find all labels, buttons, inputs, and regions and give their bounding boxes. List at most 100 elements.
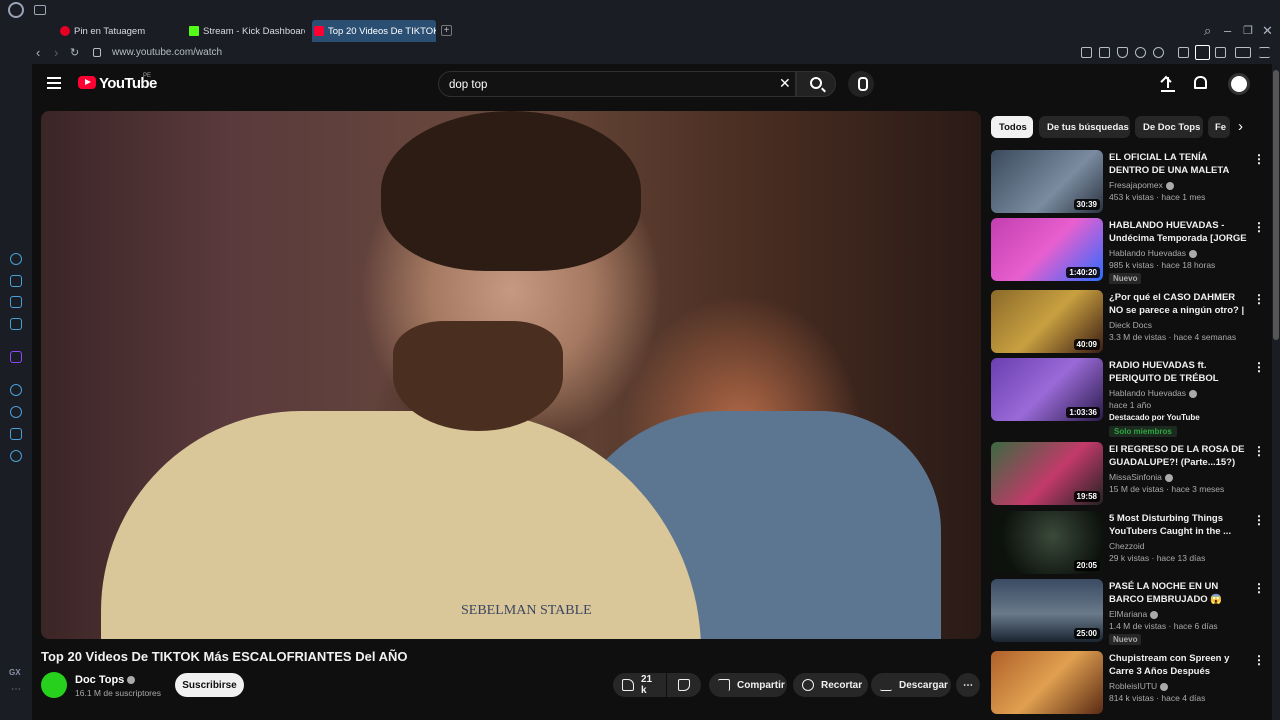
profile-icon[interactable] bbox=[1195, 45, 1210, 60]
more-actions-button[interactable]: ⋯ bbox=[956, 673, 980, 697]
video-duration: 20:05 bbox=[1073, 560, 1100, 571]
video-thumbnail[interactable] bbox=[991, 651, 1103, 714]
page-scrollbar[interactable] bbox=[1272, 64, 1280, 720]
scrollbar-thumb[interactable] bbox=[1273, 70, 1279, 340]
new-tab-button[interactable]: + bbox=[441, 25, 452, 36]
rec-video[interactable]: 19:58 El REGRESO DE LA ROSA DE GUADALUPE… bbox=[991, 442, 1265, 508]
rec-menu-icon[interactable]: ⋮ bbox=[1253, 220, 1265, 234]
chip-de-tus-busquedas[interactable]: De tus búsquedas bbox=[1039, 116, 1130, 138]
close-window-icon[interactable]: ✕ bbox=[1262, 23, 1273, 39]
rec-title[interactable]: El REGRESO DE LA ROSA DE GUADALUPE?! (Pa… bbox=[1109, 443, 1247, 469]
account-avatar[interactable] bbox=[1228, 73, 1250, 95]
rec-title[interactable]: EL OFICIAL LA TENÍA DENTRO DE UNA MALETA… bbox=[1109, 151, 1247, 177]
rec-menu-icon[interactable]: ⋮ bbox=[1253, 513, 1265, 527]
rec-video[interactable]: Chupistream con Spreen y Carre 3 Años De… bbox=[991, 651, 1265, 717]
restore-icon[interactable]: ❐ bbox=[1243, 24, 1253, 37]
chip-fe[interactable]: Fe bbox=[1208, 116, 1230, 138]
tab-kick[interactable]: Stream - Kick Dashboard bbox=[187, 20, 305, 42]
url-field[interactable]: www.youtube.com/watch bbox=[112, 47, 222, 58]
gx-cleaner-icon[interactable] bbox=[10, 275, 22, 287]
verified-icon bbox=[1160, 682, 1169, 691]
dislike-button[interactable] bbox=[667, 673, 701, 697]
download-icon[interactable] bbox=[1215, 47, 1226, 58]
rec-menu-icon[interactable]: ⋮ bbox=[1253, 152, 1265, 166]
channel-name[interactable]: Doc Tops bbox=[75, 674, 136, 686]
rec-video[interactable]: 1:40:20 HABLANDO HUEVADAS - Undécima Tem… bbox=[991, 218, 1265, 284]
chip-todos[interactable]: Todos bbox=[991, 116, 1033, 138]
history-icon[interactable] bbox=[10, 406, 22, 418]
settings-icon[interactable] bbox=[10, 450, 22, 462]
tab-youtube[interactable]: Top 20 Videos De TIKTOK bbox=[312, 20, 436, 42]
rec-title[interactable]: ¿Por qué el CASO DAHMER NO se parece a n… bbox=[1109, 291, 1247, 317]
video-thumbnail[interactable]: 1:40:20 bbox=[991, 218, 1103, 281]
reload-icon[interactable]: ↻ bbox=[70, 46, 79, 59]
rec-video[interactable]: 20:05 5 Most Disturbing Things YouTubers… bbox=[991, 511, 1265, 577]
sidebar-more-icon[interactable]: ⋯ bbox=[11, 684, 21, 695]
screenshot-icon[interactable] bbox=[1099, 47, 1110, 58]
rec-video[interactable]: 25:00 PASÉ LA NOCHE EN UN BARCO EMBRUJAD… bbox=[991, 579, 1265, 645]
opera-gx-logo-icon[interactable] bbox=[8, 2, 24, 18]
rec-menu-icon[interactable]: ⋮ bbox=[1253, 292, 1265, 306]
menu-icon[interactable] bbox=[1259, 47, 1270, 58]
pin-icon[interactable] bbox=[1081, 47, 1092, 58]
video-thumbnail[interactable]: 25:00 bbox=[991, 579, 1103, 642]
rec-title[interactable]: Chupistream con Spreen y Carre 3 Años De… bbox=[1109, 652, 1247, 678]
chip-de-doc-tops[interactable]: De Doc Tops bbox=[1135, 116, 1203, 138]
rec-video[interactable]: 40:09 ¿Por qué el CASO DAHMER NO se pare… bbox=[991, 290, 1265, 356]
country-code: PE bbox=[143, 73, 152, 79]
rec-menu-icon[interactable]: ⋮ bbox=[1253, 653, 1265, 667]
extensions-icon[interactable] bbox=[1178, 47, 1189, 58]
pinterest-icon bbox=[60, 26, 70, 36]
rec-title[interactable]: 5 Most Disturbing Things YouTubers Caugh… bbox=[1109, 512, 1247, 538]
notifications-bell-icon[interactable] bbox=[1194, 76, 1207, 89]
clip-button[interactable]: Recortar bbox=[793, 673, 868, 697]
twitch-icon[interactable] bbox=[10, 351, 22, 363]
clear-search-icon[interactable]: ✕ bbox=[779, 75, 791, 92]
rec-video[interactable]: 30:39 EL OFICIAL LA TENÍA DENTRO DE UNA … bbox=[991, 150, 1265, 216]
heart-icon[interactable] bbox=[1153, 47, 1164, 58]
gx-control-icon[interactable] bbox=[10, 253, 22, 265]
search-input[interactable] bbox=[449, 76, 759, 94]
download-button[interactable]: Descargar bbox=[871, 673, 951, 697]
search-button[interactable] bbox=[796, 71, 836, 97]
ai-icon[interactable] bbox=[1235, 47, 1251, 58]
rec-channel: ElMariana bbox=[1109, 609, 1159, 619]
tab-pinterest[interactable]: Pin en Tatuagem bbox=[58, 20, 184, 42]
video-thumbnail[interactable]: 1:03:36 bbox=[991, 358, 1103, 421]
rec-menu-icon[interactable]: ⋮ bbox=[1253, 444, 1265, 458]
tab-list-icon[interactable] bbox=[34, 5, 46, 15]
rec-title[interactable]: RADIO HUEVADAS ft. PERIQUITO DE TRÉBOL C… bbox=[1109, 359, 1247, 385]
share-button[interactable]: Compartir bbox=[709, 673, 787, 697]
rec-title[interactable]: PASÉ LA NOCHE EN UN BARCO EMBRUJADO 😱 bbox=[1109, 580, 1247, 606]
player-icon[interactable] bbox=[1135, 47, 1146, 58]
forward-icon[interactable]: › bbox=[54, 45, 58, 60]
like-button[interactable]: 21 k bbox=[613, 673, 666, 697]
youtube-logo-icon[interactable] bbox=[78, 76, 96, 89]
video-thumbnail[interactable]: 20:05 bbox=[991, 511, 1103, 574]
search-tabs-icon[interactable]: ⌕ bbox=[1204, 23, 1211, 39]
chips-next-icon[interactable]: › bbox=[1238, 118, 1243, 135]
voice-search-icon[interactable] bbox=[848, 71, 874, 97]
hamburger-menu-icon[interactable] bbox=[47, 77, 61, 89]
channel-avatar[interactable] bbox=[41, 672, 67, 698]
shield-icon[interactable] bbox=[1117, 47, 1128, 58]
video-thumbnail[interactable]: 40:09 bbox=[991, 290, 1103, 353]
gx-corner-icon[interactable] bbox=[10, 296, 22, 308]
upload-icon[interactable] bbox=[1161, 76, 1175, 92]
rec-title[interactable]: HABLANDO HUEVADAS - Undécima Temporada [… bbox=[1109, 219, 1247, 245]
clip-label: Recortar bbox=[821, 679, 863, 691]
subscribe-button[interactable]: Suscribirse bbox=[175, 673, 244, 697]
channel-name-text[interactable]: Doc Tops bbox=[75, 674, 124, 686]
rec-menu-icon[interactable]: ⋮ bbox=[1253, 360, 1265, 374]
back-icon[interactable]: ‹ bbox=[36, 45, 40, 60]
rec-video[interactable]: 1:03:36 RADIO HUEVADAS ft. PERIQUITO DE … bbox=[991, 358, 1265, 438]
messenger-icon[interactable] bbox=[10, 318, 22, 330]
video-thumbnail[interactable]: 19:58 bbox=[991, 442, 1103, 505]
rec-menu-icon[interactable]: ⋮ bbox=[1253, 581, 1265, 595]
minimize-icon[interactable]: – bbox=[1224, 23, 1231, 38]
video-player[interactable]: SEBELMAN STABLE bbox=[41, 111, 981, 639]
extensions-sidebar-icon[interactable] bbox=[10, 428, 22, 440]
player-sidebar-icon[interactable] bbox=[10, 384, 22, 396]
thumbs-up-icon bbox=[622, 679, 634, 691]
video-thumbnail[interactable]: 30:39 bbox=[991, 150, 1103, 213]
